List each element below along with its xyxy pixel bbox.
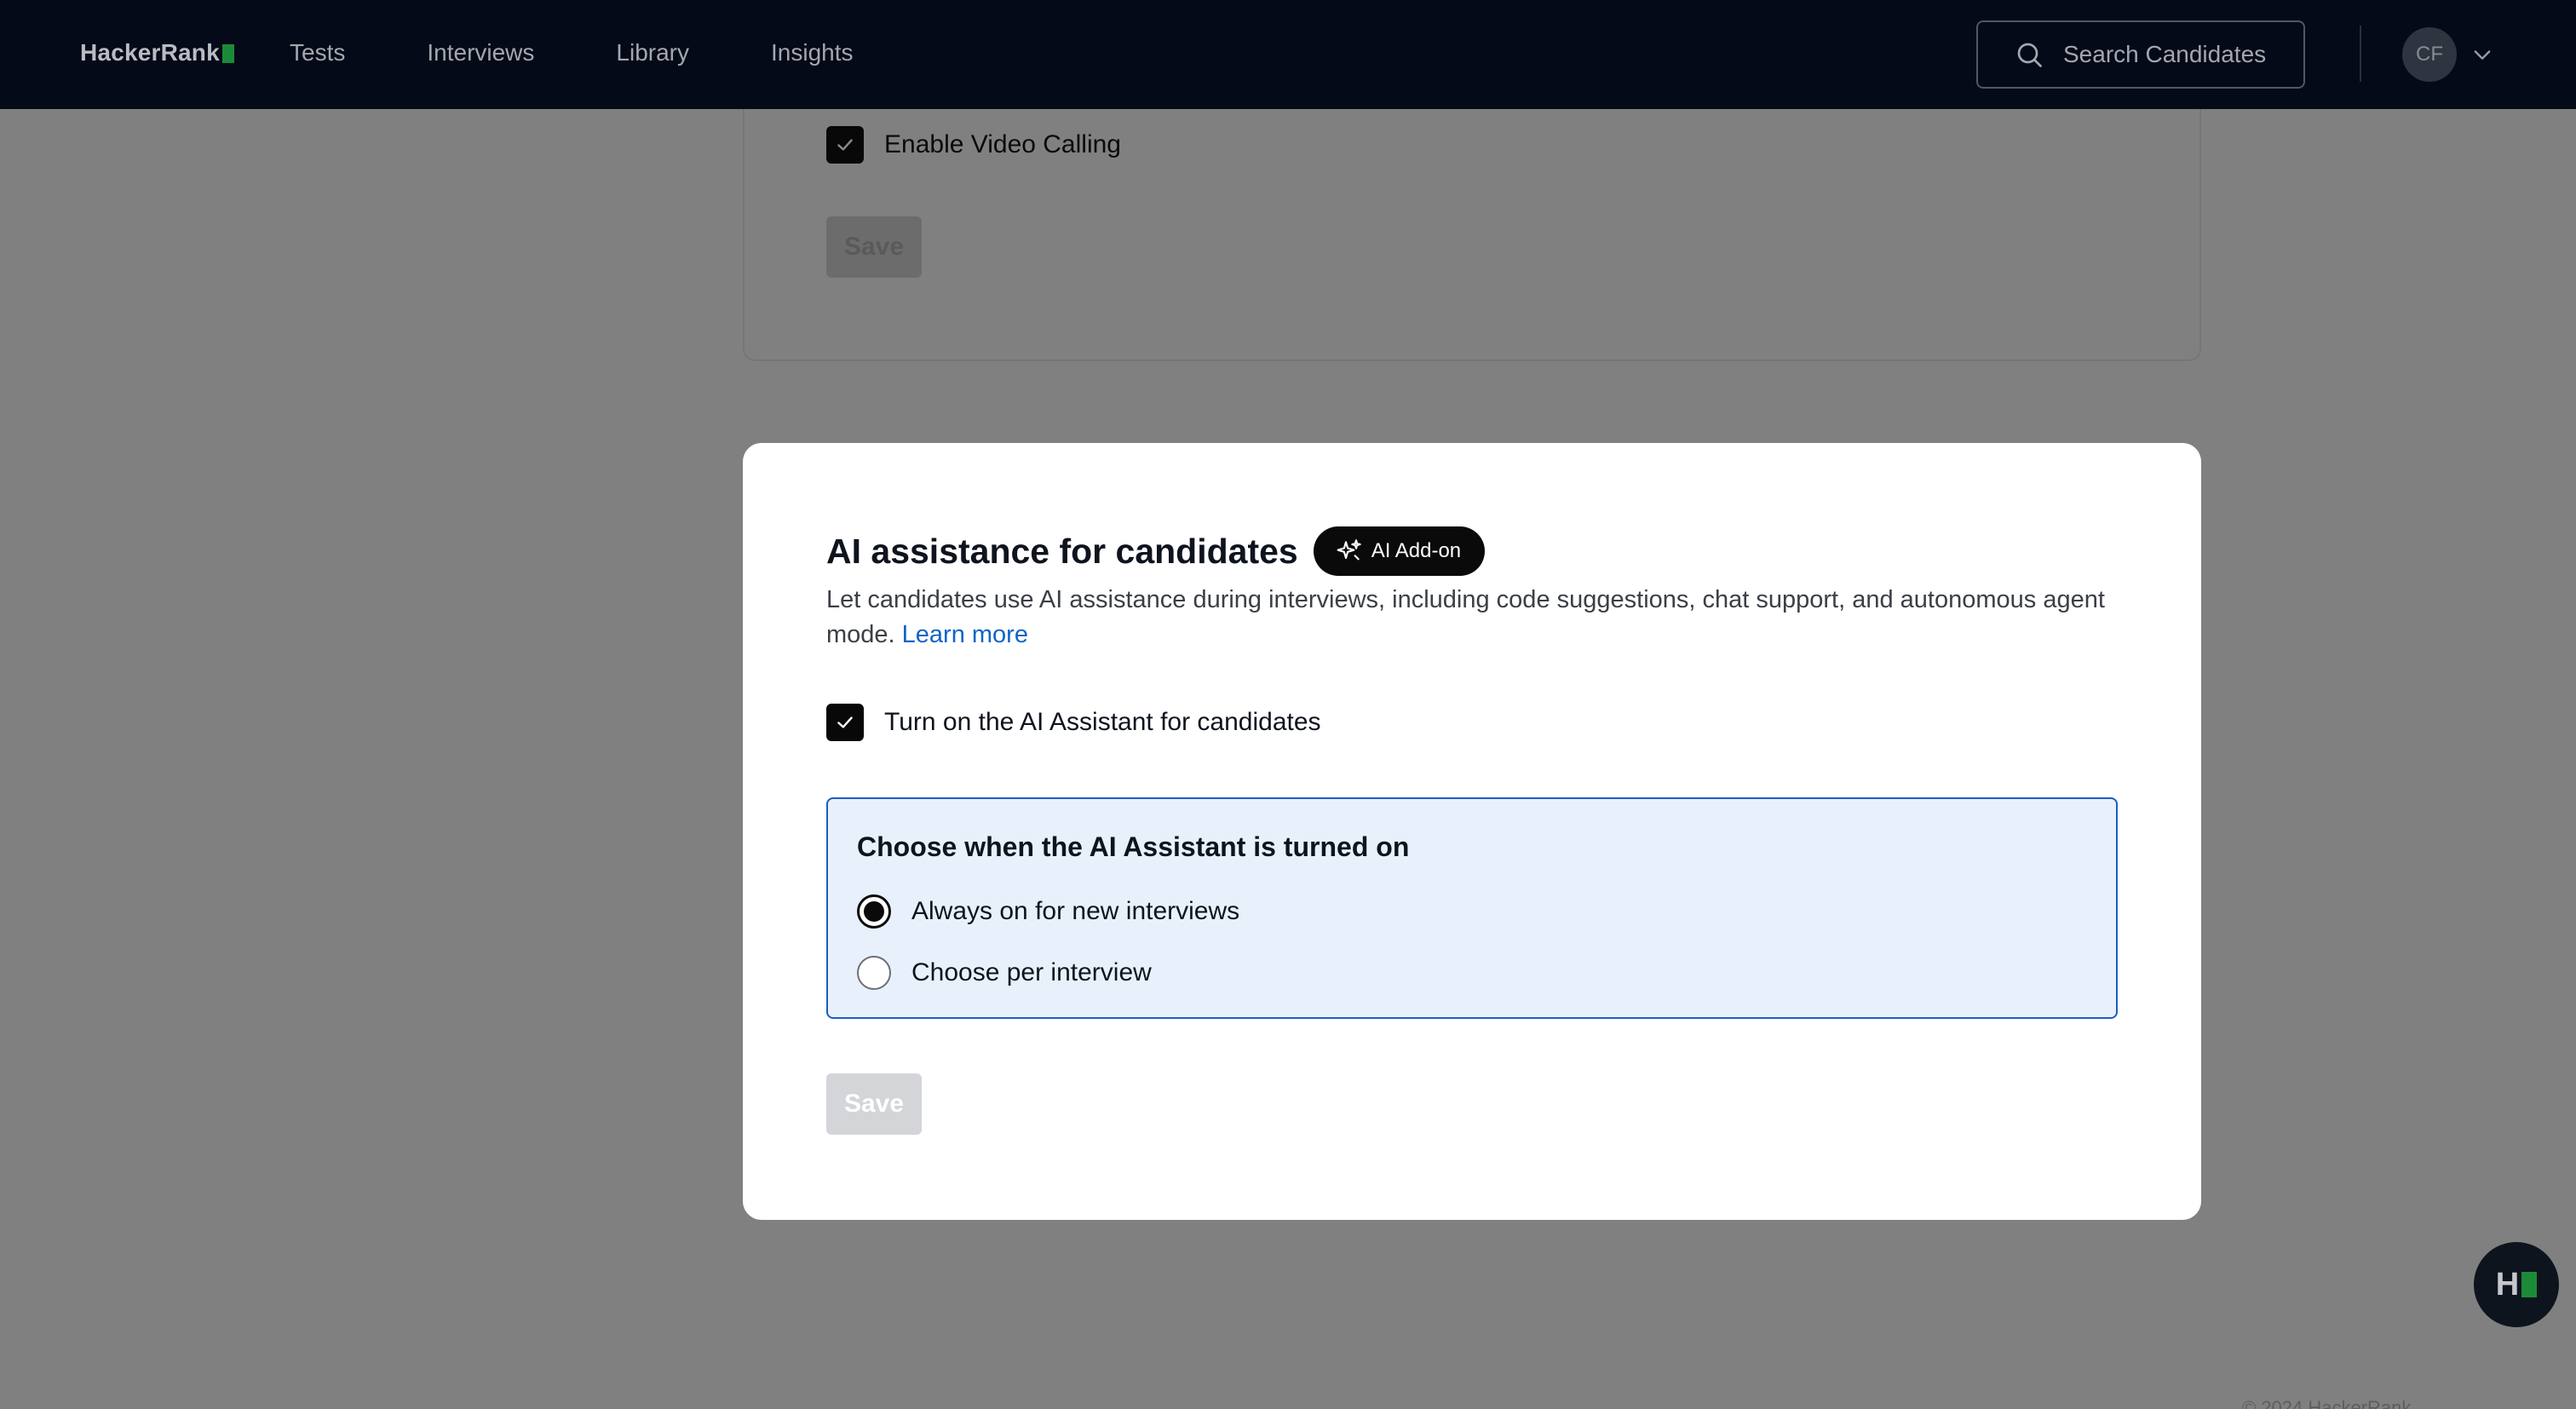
- radio-per-interview-label: Choose per interview: [911, 958, 1152, 986]
- nav-link-interviews[interactable]: Interviews: [427, 39, 534, 66]
- help-letter: H: [2495, 1266, 2520, 1303]
- radio-always-on[interactable]: [857, 894, 891, 929]
- radio-option-always-on[interactable]: Always on for new interviews: [857, 894, 1239, 929]
- modal-description: Let candidates use AI assistance during …: [826, 583, 2138, 653]
- nav-link-insights[interactable]: Insights: [771, 39, 854, 66]
- ai-addon-badge: AI Add-on: [1313, 526, 1486, 576]
- footer-copyright: © 2024 HackerRank: [2242, 1397, 2412, 1409]
- help-chat-button[interactable]: H: [2474, 1242, 2559, 1327]
- checkmark-icon: [837, 716, 853, 728]
- nav-divider: [2360, 26, 2361, 82]
- radio-option-per-interview[interactable]: Choose per interview: [857, 956, 1152, 990]
- nav-link-library[interactable]: Library: [616, 39, 689, 66]
- ai-assistance-modal: AI assistance for candidates AI Add-on L…: [743, 443, 2201, 1220]
- mode-group-title: Choose when the AI Assistant is turned o…: [857, 831, 1410, 862]
- enable-video-calling-label: Enable Video Calling: [884, 130, 1121, 158]
- top-nav: HackerRank Tests Interviews Library Insi…: [0, 0, 2576, 109]
- nav-link-tests[interactable]: Tests: [290, 39, 345, 66]
- search-candidates-input[interactable]: Search Candidates: [1976, 20, 2305, 89]
- nav-links: Tests Interviews Library Insights: [290, 39, 935, 66]
- search-icon: [2017, 43, 2042, 67]
- logo-text: HackerRank: [80, 39, 220, 66]
- checkmark-icon: [837, 139, 853, 151]
- modal-title: AI assistance for candidates: [826, 531, 1298, 571]
- radio-always-on-label: Always on for new interviews: [911, 897, 1240, 925]
- sparkle-icon: [1337, 539, 1361, 561]
- ai-assistant-checkbox-label: Turn on the AI Assistant for candidates: [884, 708, 1321, 736]
- help-mark: [2521, 1272, 2538, 1297]
- ai-assistant-checkbox-row[interactable]: Turn on the AI Assistant for candidates: [826, 704, 1321, 741]
- hackerrank-logo[interactable]: HackerRank: [80, 39, 234, 66]
- radio-per-interview[interactable]: [857, 956, 891, 990]
- modal-header: AI assistance for candidates AI Add-on: [826, 526, 1486, 576]
- ai-assistant-mode-group: Choose when the AI Assistant is turned o…: [826, 797, 2118, 1019]
- chevron-down-icon[interactable]: [2470, 43, 2494, 66]
- logo-mark: [221, 43, 234, 63]
- modal-save-button[interactable]: Save: [826, 1073, 922, 1135]
- search-placeholder: Search Candidates: [2063, 41, 2267, 67]
- enable-video-calling-checkbox[interactable]: [826, 126, 864, 164]
- avatar[interactable]: CF: [2402, 27, 2457, 82]
- video-settings-save-button[interactable]: Save: [826, 216, 922, 278]
- ai-assistant-checkbox[interactable]: [826, 704, 864, 741]
- ai-addon-label: AI Add-on: [1371, 539, 1462, 562]
- enable-video-calling-checkbox-row[interactable]: Enable Video Calling: [826, 126, 1121, 164]
- learn-more-link[interactable]: Learn more: [902, 621, 1028, 648]
